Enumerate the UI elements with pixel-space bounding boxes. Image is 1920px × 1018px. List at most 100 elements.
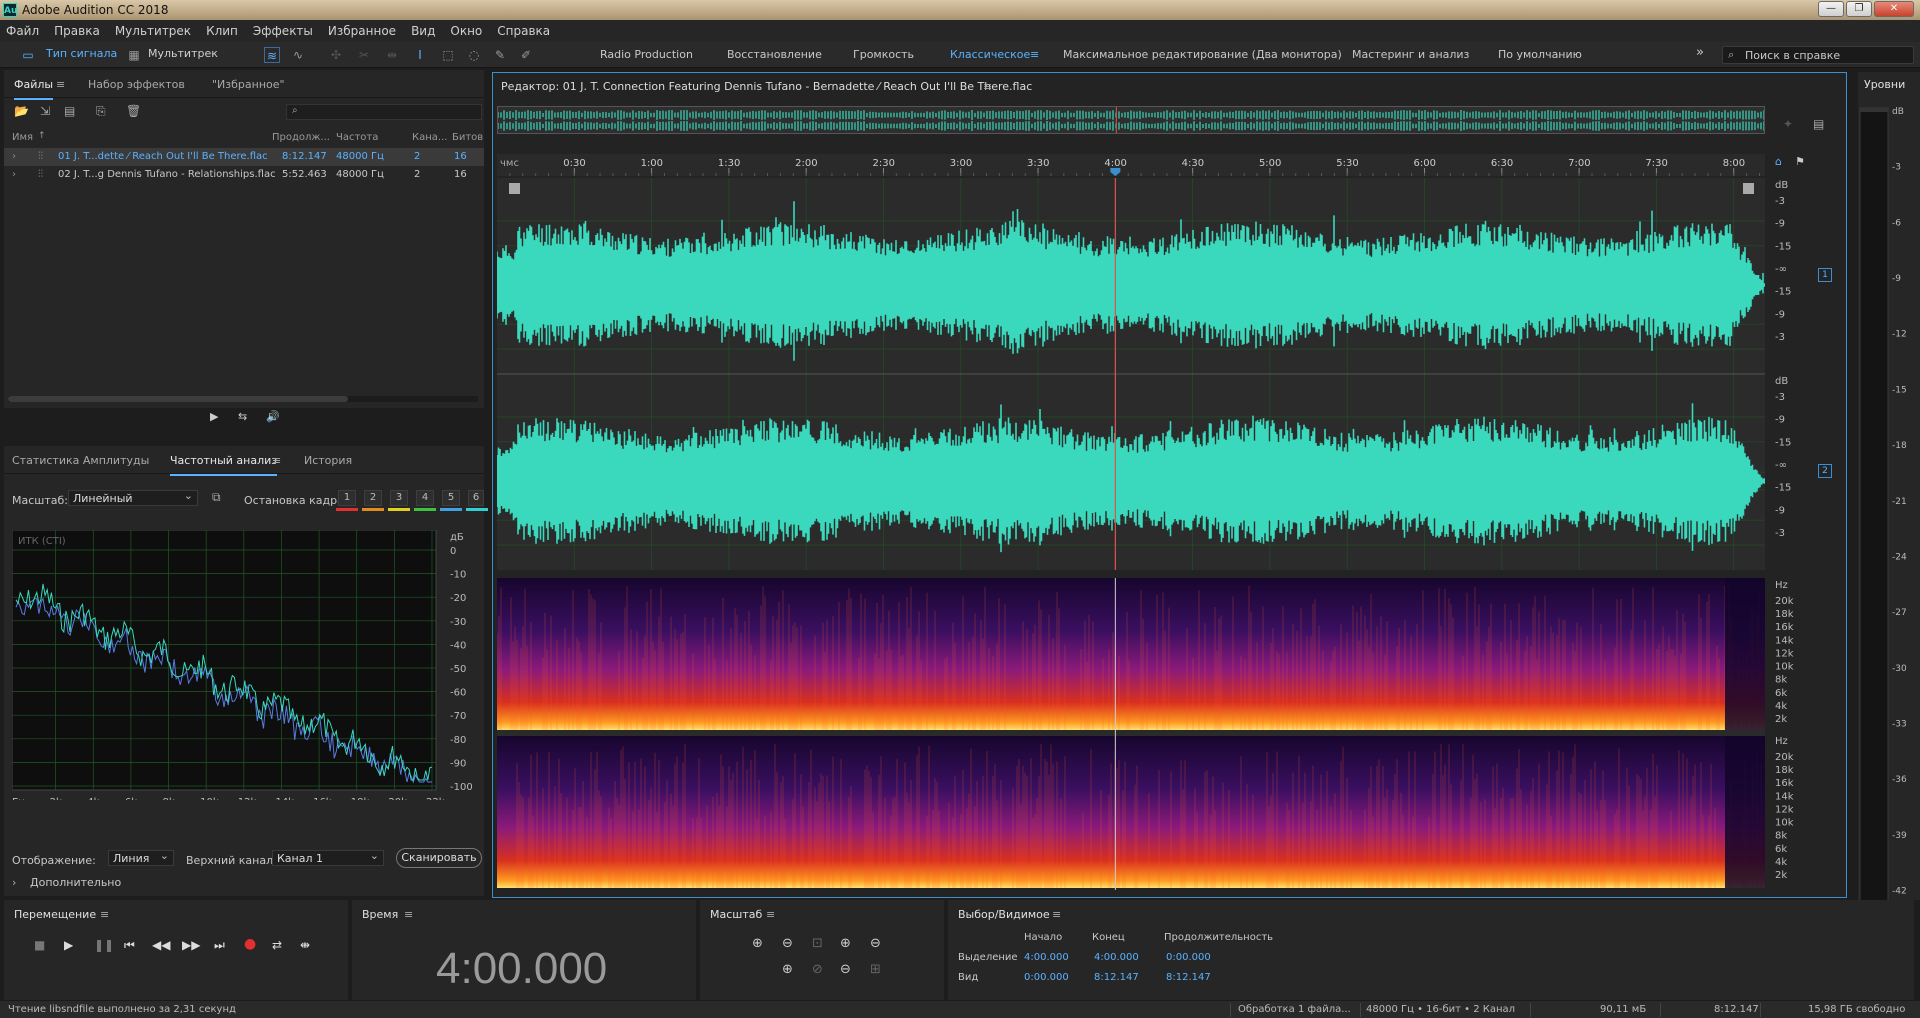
table-row[interactable]: › ⫶⫶ 02 J. T...g Dennis Tufano - Relatio… <box>4 166 484 184</box>
tab-frequency-analysis[interactable]: Частотный анализ <box>170 454 278 476</box>
col-channels[interactable]: Кана... <box>412 132 447 143</box>
play-icon[interactable]: ▶ <box>64 938 73 952</box>
files-panel-menu-icon[interactable]: ≡ <box>56 78 65 91</box>
menu-favorites[interactable]: Избранное <box>328 24 396 38</box>
workspace-menu-icon[interactable]: ≡ <box>1030 48 1039 61</box>
workspace-radio-production[interactable]: Radio Production <box>600 48 693 61</box>
zoom-in-amplitude-icon[interactable]: ⊕ <box>752 936 763 951</box>
tab-files[interactable]: Файлы <box>14 78 54 100</box>
fast-forward-icon[interactable]: ▶▶ <box>182 938 200 952</box>
tab-effects-rack[interactable]: Набор эффектов <box>88 78 185 91</box>
expand-icon[interactable]: › <box>12 169 16 180</box>
zoom-in-both-icon[interactable]: ⊕ <box>782 962 793 977</box>
spectral-display-icon[interactable]: ∿ <box>290 47 306 63</box>
waveform-display-icon[interactable]: ≋ <box>264 47 280 63</box>
freeze-slot-3[interactable]: 3 <box>390 490 408 506</box>
col-duration[interactable]: Продолж... <box>272 132 330 143</box>
multitrack-view-button[interactable]: Мультитрек <box>148 47 218 60</box>
zoom-out-amplitude-icon[interactable]: ⊖ <box>782 936 793 951</box>
go-to-end-icon[interactable]: ⏭ <box>214 938 225 953</box>
zoom-reset-icon[interactable]: ⊘ <box>812 962 823 977</box>
loop-preview-icon[interactable]: ⇆ <box>238 410 247 423</box>
horizontal-scrollbar[interactable] <box>8 396 478 402</box>
expand-icon[interactable]: › <box>12 151 16 162</box>
slip-tool-icon[interactable]: ⇹ <box>384 47 400 63</box>
current-time-display[interactable]: 4:00.000 <box>436 944 607 994</box>
waveform-display[interactable] <box>497 178 1765 570</box>
snapshot-icon[interactable]: ⧉ <box>212 490 221 505</box>
open-file-icon[interactable]: 📂 <box>14 104 29 118</box>
maximize-button[interactable]: ❐ <box>1846 1 1872 17</box>
marker-icon[interactable]: ⚑ <box>1795 155 1805 168</box>
freeze-slot-5[interactable]: 5 <box>442 490 460 506</box>
zoom-tool-icon[interactable]: ✦ <box>1783 117 1793 131</box>
snap-icon[interactable]: ⌂ <box>1775 155 1782 168</box>
zoom-out-full-icon[interactable]: ⊖ <box>840 962 851 977</box>
time-menu-icon[interactable]: ≡ <box>404 908 413 921</box>
selection-duration[interactable]: 0:00.000 <box>1166 952 1211 963</box>
menu-effects[interactable]: Эффекты <box>253 24 313 38</box>
tab-favorites[interactable]: "Избранное" <box>212 78 285 91</box>
zoom-menu-icon[interactable]: ≡ <box>766 908 775 921</box>
view-end[interactable]: 8:12.147 <box>1094 972 1139 983</box>
selection-start[interactable]: 4:00.000 <box>1024 952 1069 963</box>
play-preview-icon[interactable]: ▶ <box>210 410 218 423</box>
razor-tool-icon[interactable]: ✂ <box>356 47 372 63</box>
waveform-view-button[interactable]: Тип сигнала <box>46 47 117 60</box>
menu-help[interactable]: Справка <box>497 24 550 38</box>
menu-clip[interactable]: Клип <box>206 24 238 38</box>
menu-edit[interactable]: Правка <box>54 24 100 38</box>
rewind-icon[interactable]: ◀◀ <box>152 938 170 952</box>
freeze-slot-6[interactable]: 6 <box>468 490 484 506</box>
pause-icon[interactable]: ❚❚ <box>94 938 114 952</box>
freeze-slot-1[interactable]: 1 <box>338 490 356 506</box>
help-search-input[interactable]: Поиск в справке <box>1722 46 1914 64</box>
scale-select[interactable]: Линейный <box>68 489 198 506</box>
go-to-start-icon[interactable]: ⏮ <box>124 938 135 953</box>
freeze-slot-2[interactable]: 2 <box>364 490 382 506</box>
spot-healing-icon[interactable]: ✐ <box>518 47 534 63</box>
channel-select[interactable]: Канал 1 <box>272 849 384 866</box>
zoom-in-time-icon[interactable]: ⊕ <box>840 936 851 951</box>
time-selection-tool-icon[interactable]: I <box>412 47 428 63</box>
workspace-loudness[interactable]: Громкость <box>853 48 914 61</box>
spectral-display[interactable] <box>497 578 1765 890</box>
view-duration[interactable]: 8:12.147 <box>1166 972 1211 983</box>
workspace-dual-monitor[interactable]: Максимальное редактирование (Два монитор… <box>1063 48 1342 61</box>
menu-multitrack[interactable]: Мультитрек <box>115 24 191 38</box>
lasso-tool-icon[interactable]: ◌ <box>466 47 482 63</box>
close-window-button[interactable]: ✕ <box>1874 1 1914 17</box>
selection-end[interactable]: 4:00.000 <box>1094 952 1139 963</box>
auto-play-icon[interactable]: 🔊 <box>266 410 280 423</box>
zoom-out-time-icon[interactable]: ⊖ <box>870 936 881 951</box>
editor-menu-icon[interactable]: ≡ <box>983 80 992 93</box>
transport-menu-icon[interactable]: ≡ <box>100 908 109 921</box>
tab-amplitude-stats[interactable]: Статистика Амплитуды <box>12 454 149 467</box>
brush-tool-icon[interactable]: ✎ <box>492 47 508 63</box>
table-row[interactable]: › ⫶⫶ 01 J. T...dette ⁄ Reach Out I'll Be… <box>4 148 484 166</box>
workspace-default[interactable]: По умолчанию <box>1498 48 1582 61</box>
freeze-slot-4[interactable]: 4 <box>416 490 434 506</box>
col-name[interactable]: Имя <box>12 132 33 143</box>
minimize-button[interactable]: — <box>1818 1 1844 17</box>
workspace-mastering[interactable]: Мастеринг и анализ <box>1352 48 1469 61</box>
workspace-restoration[interactable]: Восстановление <box>727 48 822 61</box>
delete-file-icon[interactable]: 🗑 <box>126 104 141 118</box>
loop-playback-icon[interactable]: ⇄ <box>272 938 282 952</box>
menu-view[interactable]: Вид <box>411 24 435 38</box>
marquee-tool-icon[interactable]: ⬚ <box>440 47 456 63</box>
workspace-classic[interactable]: Классическое <box>950 48 1030 61</box>
move-tool-icon[interactable]: ✣ <box>328 47 344 63</box>
menu-window[interactable]: Окно <box>450 24 482 38</box>
skip-selection-icon[interactable]: ⇼ <box>300 938 310 952</box>
col-bits[interactable]: Битов <box>452 132 483 143</box>
display-select[interactable]: Линия <box>108 849 174 866</box>
menu-file[interactable]: Файл <box>6 24 39 38</box>
expand-more-icon[interactable]: › <box>12 876 16 889</box>
col-rate[interactable]: Частота <box>336 132 378 143</box>
view-start[interactable]: 0:00.000 <box>1024 972 1069 983</box>
tab-history[interactable]: История <box>304 454 352 467</box>
selection-menu-icon[interactable]: ≡ <box>1052 908 1061 921</box>
time-ruler[interactable]: чмс 0:30 1:00 1:30 2:00 2:30 3:00 3:30 4:00 4:30 5… <box>497 154 1765 176</box>
scan-button[interactable]: Сканировать <box>396 848 482 868</box>
